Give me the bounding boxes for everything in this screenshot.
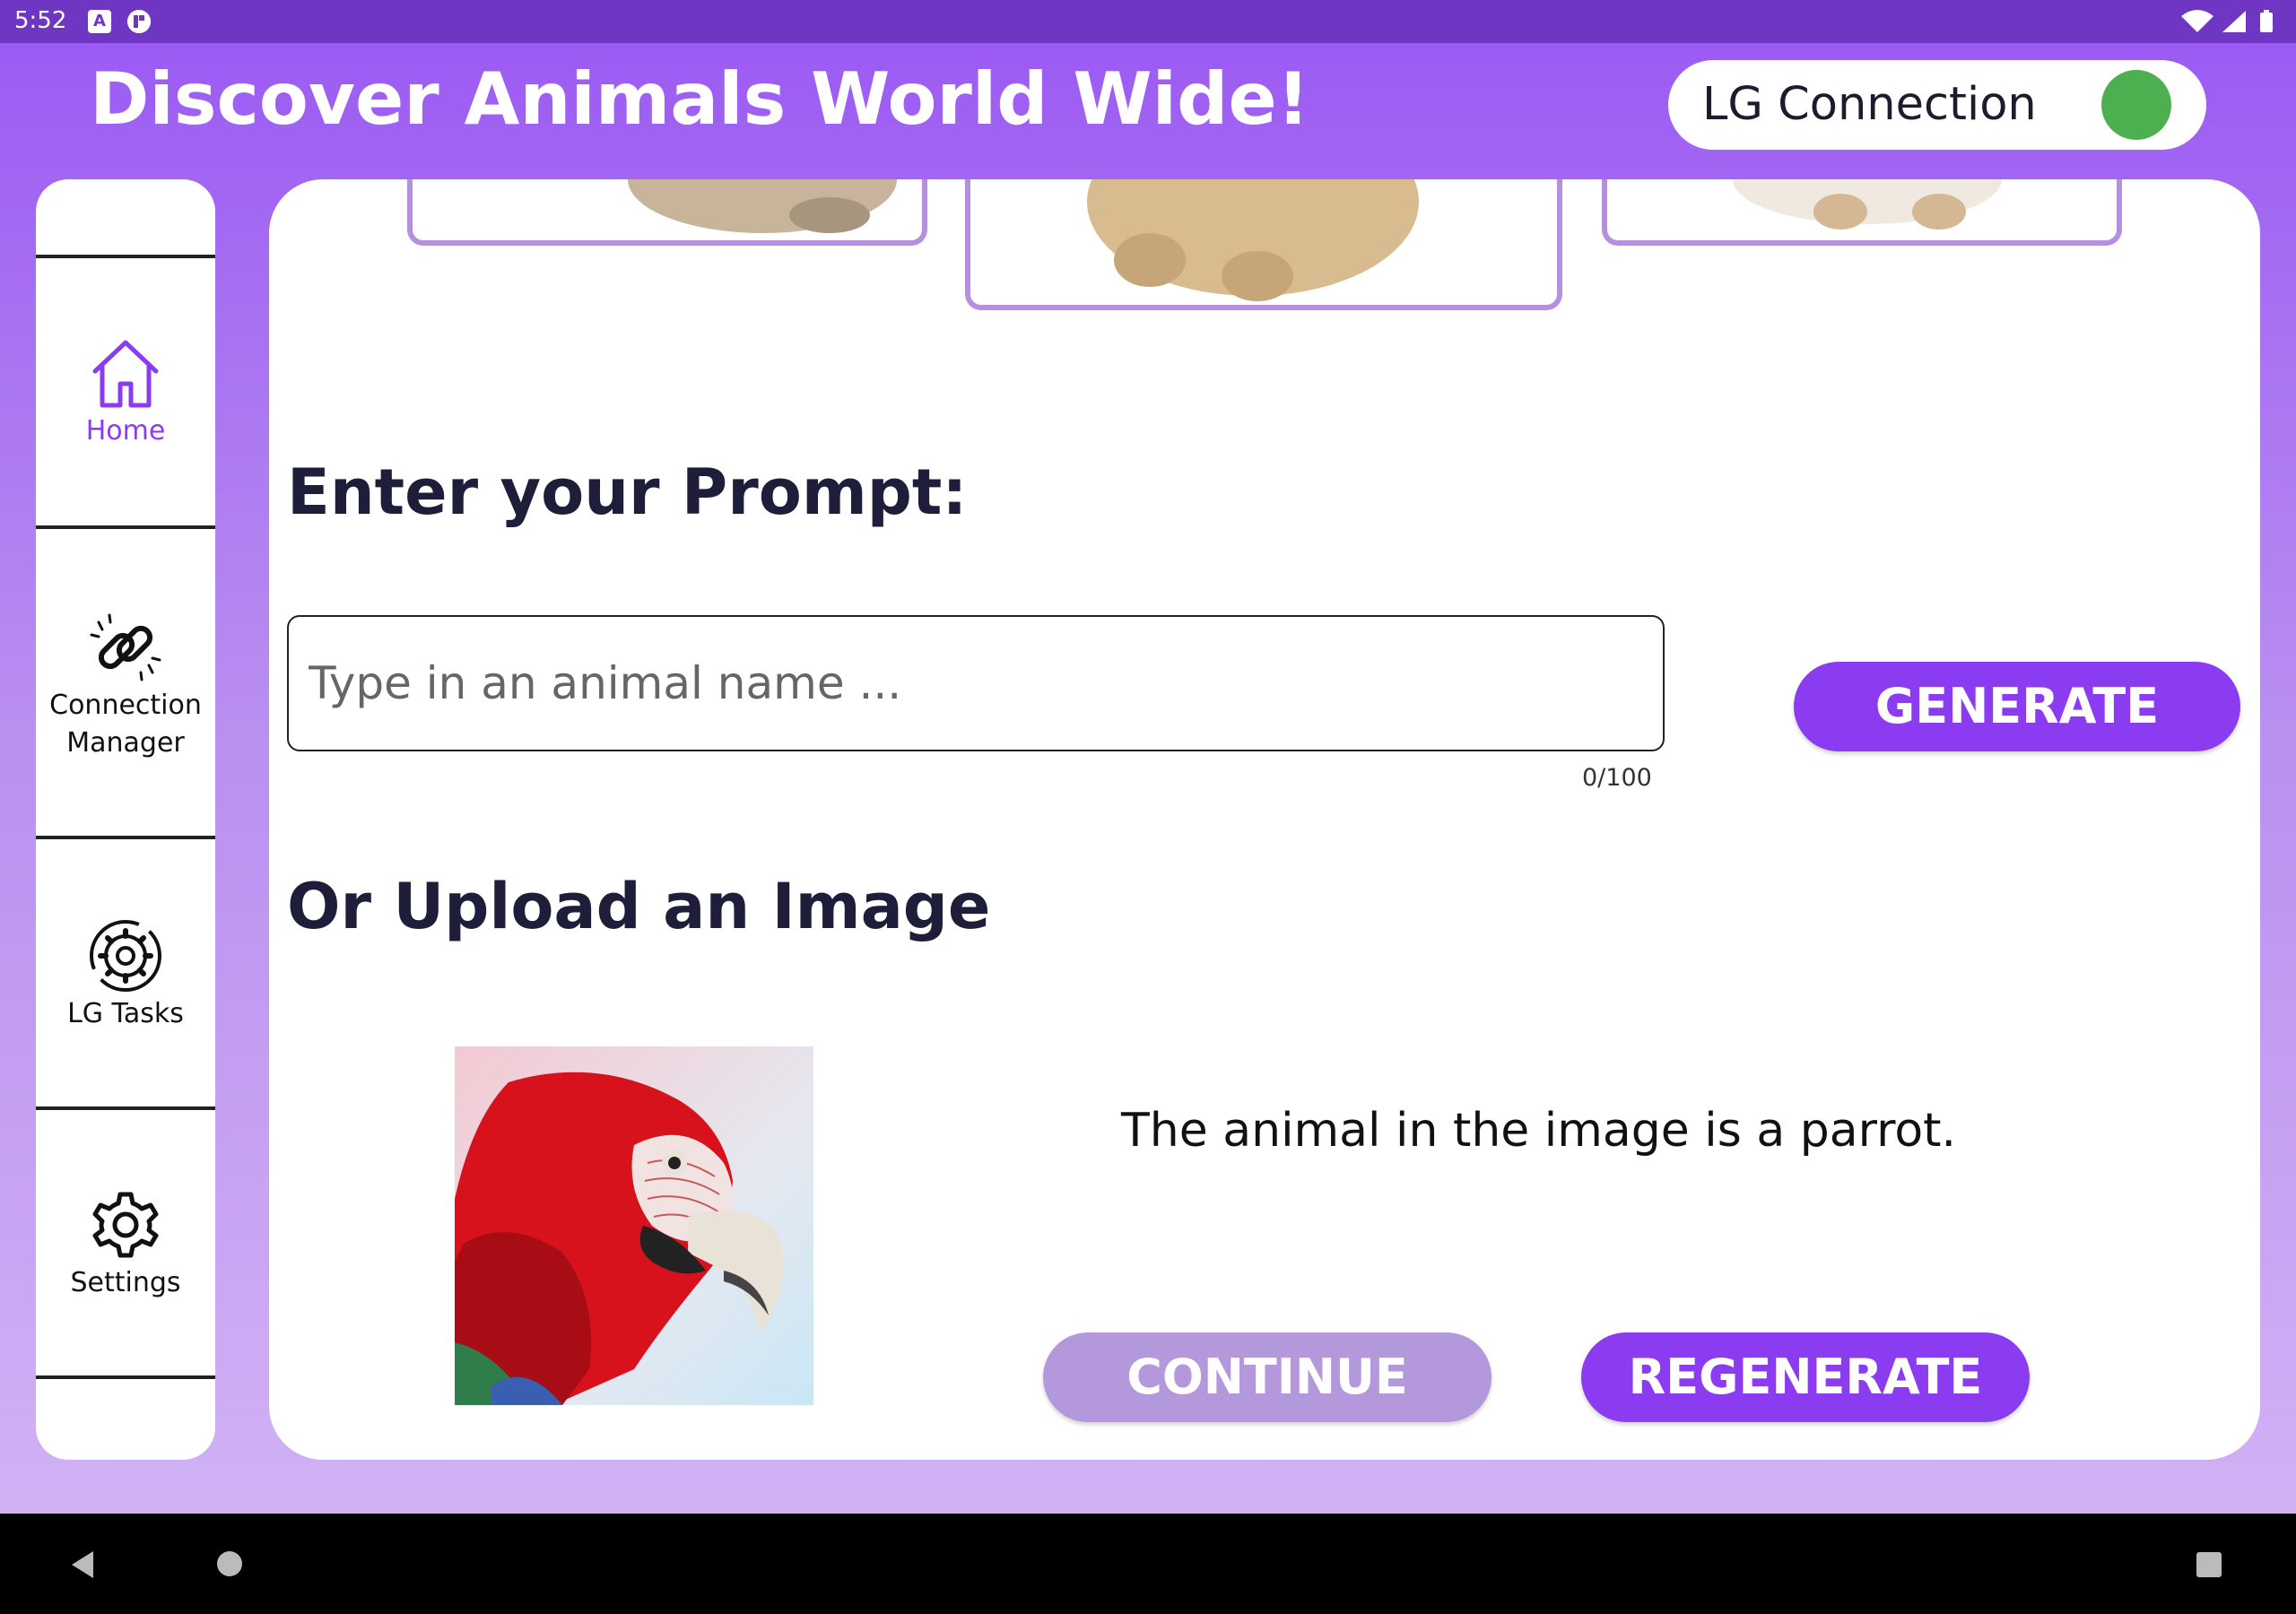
status-bar: 5:52 A	[0, 0, 2296, 43]
sidebar-item-lg-tasks[interactable]: LG Tasks	[36, 916, 215, 1033]
animal-paw	[1813, 194, 1867, 230]
sidebar-item-label-line1: Connection	[49, 690, 202, 721]
home-circle-icon[interactable]	[215, 1549, 244, 1578]
battery-icon	[2260, 10, 2273, 32]
system-tray-icons	[2181, 10, 2273, 32]
parrot-image	[455, 1046, 813, 1405]
home-icon	[92, 340, 159, 408]
sidebar-item-label: LG Tasks	[67, 998, 184, 1029]
sidebar-item-connection-manager[interactable]: Connection Manager	[36, 608, 215, 762]
animal-paw	[1114, 233, 1186, 287]
sidebar-item-label: Home	[85, 415, 166, 447]
sidebar-item-label: Settings	[70, 1267, 181, 1298]
a-box-icon: A	[88, 10, 111, 33]
sidebar-divider	[36, 836, 215, 839]
sidebar-divider	[36, 1106, 215, 1110]
prompt-input[interactable]	[287, 615, 1665, 751]
app-notification-icon	[127, 10, 151, 33]
recents-icon[interactable]	[2196, 1551, 2222, 1578]
link-icon	[90, 613, 161, 681]
back-icon[interactable]	[68, 1549, 97, 1580]
result-text: The animal in the image is a parrot.	[1121, 1104, 1957, 1158]
animal-paw	[1912, 194, 1966, 230]
system-nav-bar	[0, 1514, 2296, 1614]
signal-icon	[2222, 11, 2246, 32]
animal-carousel-card[interactable]	[1602, 179, 2122, 246]
continue-button[interactable]: CONTINUE	[1043, 1332, 1492, 1422]
sidebar-divider	[36, 1375, 215, 1379]
sidebar-nav: Home Connection Manager LG Tasks Setting…	[36, 179, 215, 1460]
sidebar-divider	[36, 525, 215, 529]
uploaded-image[interactable]	[455, 1046, 813, 1405]
sidebar-item-label-line2: Manager	[66, 727, 185, 759]
generate-button[interactable]: GENERATE	[1794, 662, 2240, 751]
lg-connection-label: LG Connection	[1702, 78, 2037, 131]
prompt-heading: Enter your Prompt:	[287, 456, 968, 529]
lg-connection-indicator[interactable]: LG Connection	[1668, 60, 2206, 150]
upload-heading: Or Upload an Image	[287, 870, 991, 943]
sidebar-item-home[interactable]: Home	[36, 334, 215, 450]
connection-status-dot	[2101, 70, 2171, 140]
gear-sync-icon	[90, 920, 161, 992]
status-time: 5:52	[14, 7, 67, 34]
sidebar-item-settings[interactable]: Settings	[36, 1185, 215, 1302]
main-content: Enter your Prompt: 0/100 GENERATE Or Upl…	[269, 179, 2260, 1460]
gear-icon	[92, 1192, 159, 1258]
sidebar-divider	[36, 255, 215, 258]
animal-carousel-card[interactable]	[407, 179, 927, 246]
wifi-icon	[2181, 10, 2213, 32]
animal-paw	[789, 197, 870, 233]
animal-carousel-card[interactable]	[965, 179, 1562, 310]
app-title: Discover Animals World Wide!	[90, 57, 1310, 141]
character-counter: 0/100	[1582, 764, 1652, 792]
regenerate-button[interactable]: REGENERATE	[1581, 1332, 2030, 1422]
animal-paw	[1222, 251, 1293, 301]
